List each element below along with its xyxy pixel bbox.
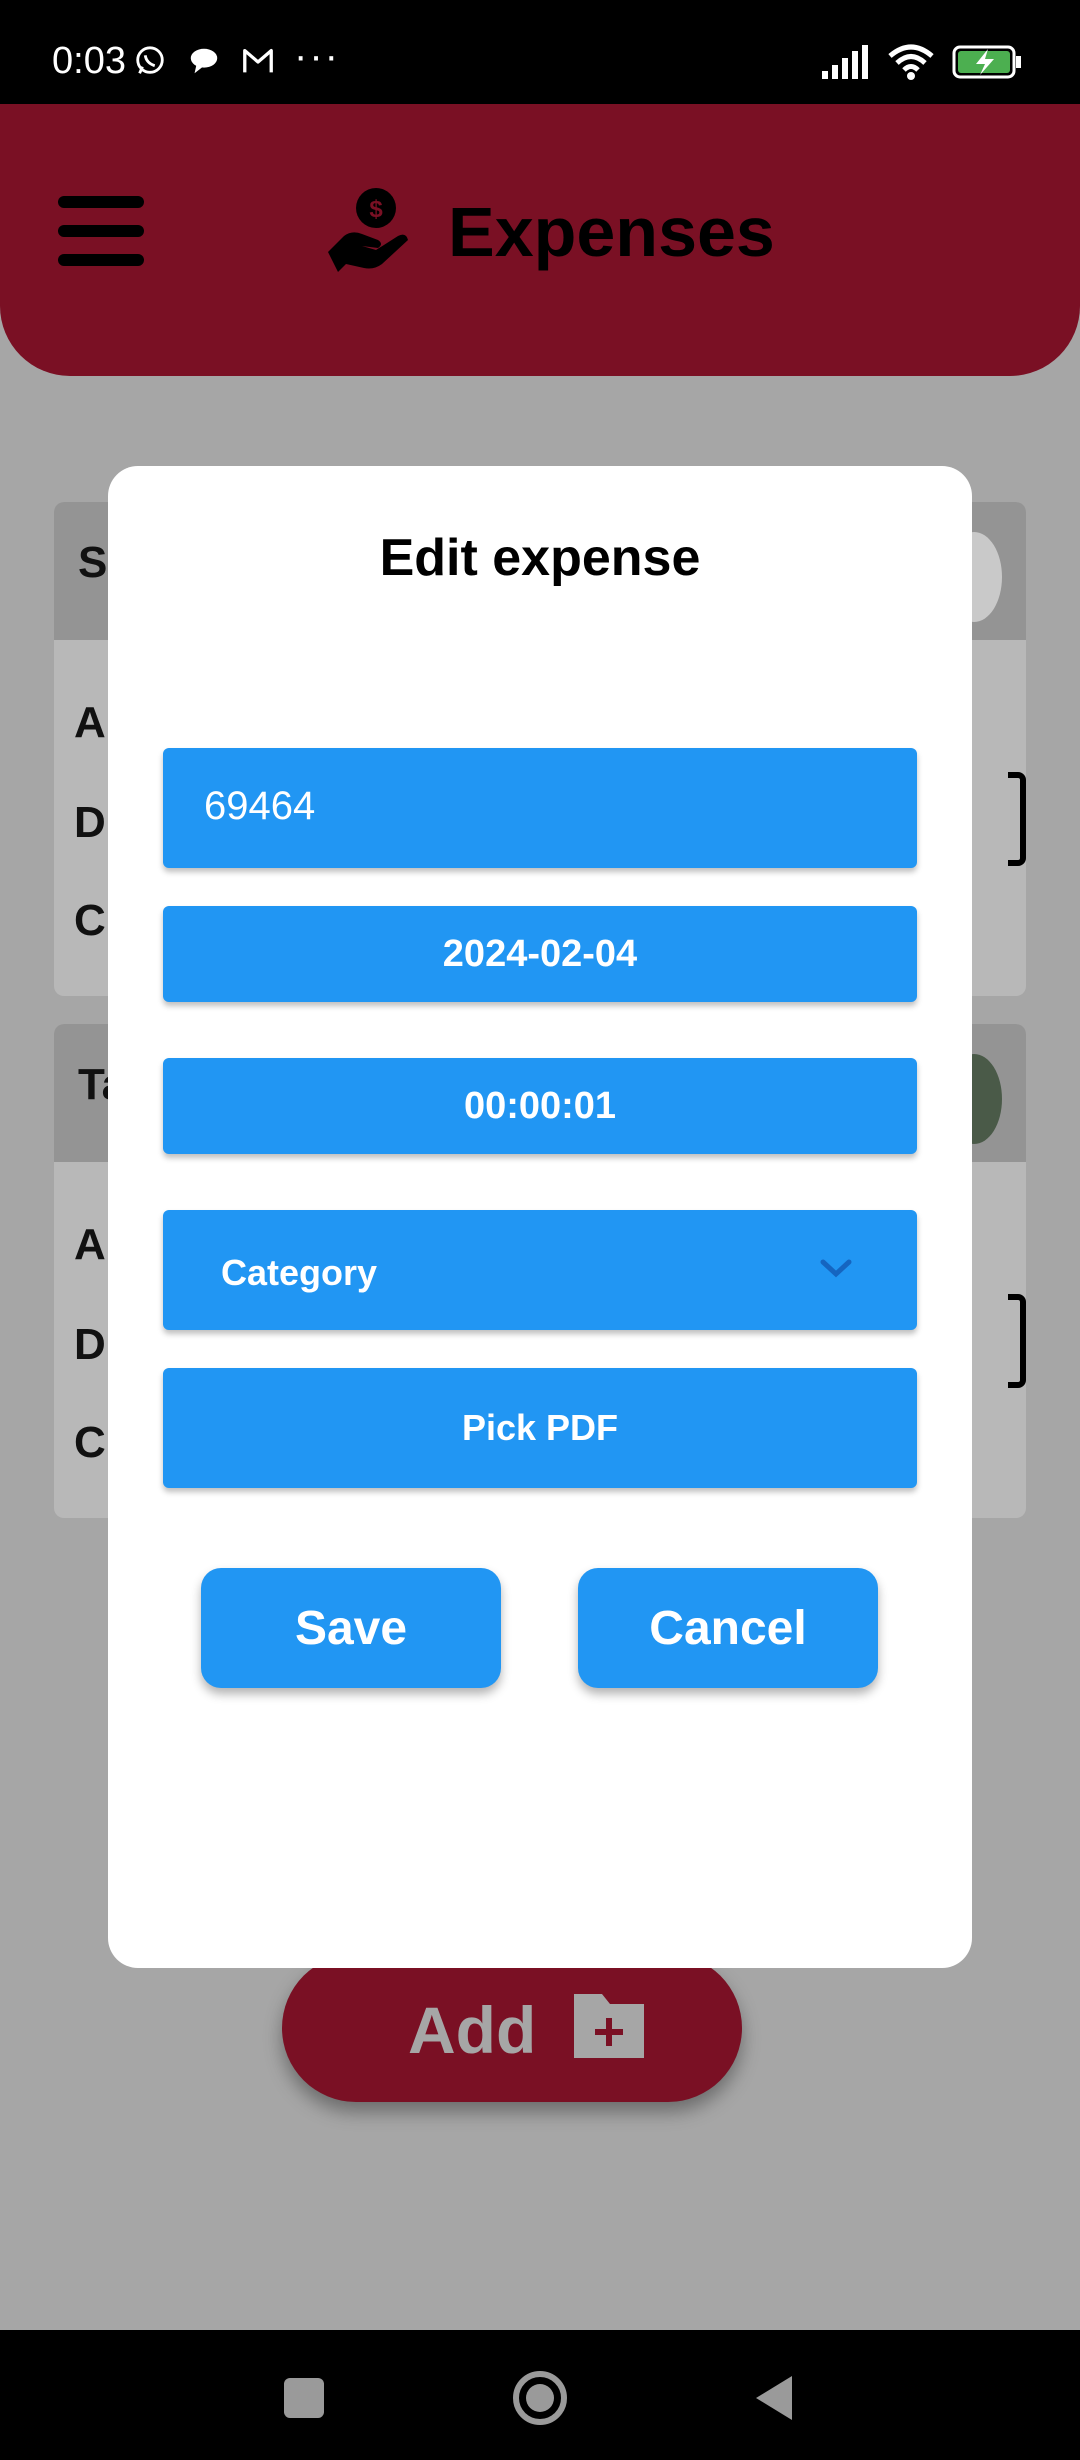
add-folder-icon (574, 1994, 644, 2058)
wifi-icon (888, 44, 934, 80)
battery-charging-icon (952, 45, 1021, 79)
pick-pdf-button[interactable]: Pick PDF (163, 1368, 917, 1488)
expense-card-amount-label: A (74, 1220, 106, 1269)
date-picker-button[interactable]: 2024-02-04 (163, 906, 917, 1002)
status-bar: 0:03 ··· (0, 0, 1080, 104)
more-notifications: ··· (294, 34, 340, 78)
expense-card-pdf-frame[interactable] (1008, 772, 1026, 866)
app-header: $ Expenses (0, 104, 1080, 376)
amount-input[interactable]: 69464 (163, 748, 917, 868)
save-button[interactable]: Save (201, 1568, 501, 1688)
hamburger-menu-icon[interactable] (58, 196, 144, 266)
expense-card-title: S (78, 538, 108, 587)
chevron-down-icon (820, 1259, 852, 1278)
status-time: 0:03 (52, 40, 126, 82)
time-picker-button[interactable]: 00:00:01 (163, 1058, 917, 1154)
category-label: Category (221, 1252, 378, 1293)
expense-card-date-label: D (74, 1320, 106, 1369)
cancel-button[interactable]: Cancel (578, 1568, 878, 1688)
notification-icons (132, 44, 276, 78)
expense-card-date-label: D (74, 798, 106, 847)
expense-card-category-label: C (74, 896, 106, 945)
recent-apps-icon[interactable] (284, 2378, 324, 2418)
money-hand-icon: $ (328, 188, 408, 272)
expense-card-category-label: C (74, 1418, 106, 1467)
svg-text:$: $ (369, 196, 383, 223)
dialog-title: Edit expense (379, 529, 701, 587)
expense-card-pdf-frame[interactable] (1008, 1294, 1026, 1388)
category-dropdown[interactable]: Category (163, 1210, 917, 1330)
gmail-icon (243, 48, 273, 73)
system-navigation-bar (0, 2330, 1080, 2460)
back-icon[interactable] (754, 2374, 794, 2422)
amount-value: 69464 (204, 784, 316, 828)
chat-bubble-icon (190, 48, 218, 74)
add-expense-button[interactable]: Add (282, 1954, 742, 2102)
signal-icon (822, 45, 868, 79)
expense-card-amount-label: A (74, 698, 106, 747)
home-icon[interactable] (512, 2370, 568, 2426)
system-icons (822, 44, 1022, 80)
add-button-label: Add (408, 1993, 537, 2067)
whatsapp-icon (136, 46, 164, 74)
edit-expense-dialog: Edit expense 69464 2024-02-04 00:00:01 C… (108, 466, 972, 1968)
page-title: Expenses (448, 193, 775, 271)
